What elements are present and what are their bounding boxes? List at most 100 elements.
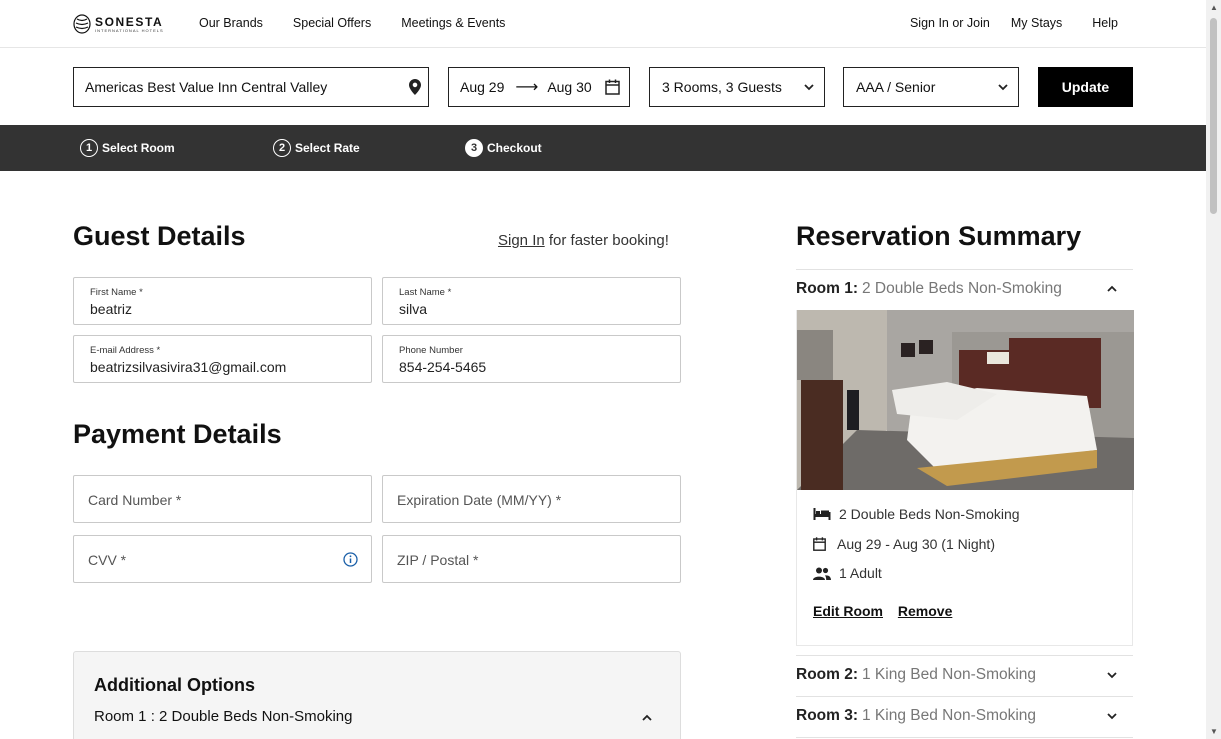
additional-options-room[interactable]: Room 1 : 2 Double Beds Non-Smoking [94, 708, 352, 725]
additional-options-heading: Additional Options [94, 675, 255, 695]
room-1-name: 2 Double Beds Non-Smoking [862, 280, 1062, 297]
room-detail-beds: 2 Double Beds Non-Smoking [813, 506, 1020, 522]
remove-room-link[interactable]: Remove [898, 603, 952, 619]
divider [796, 737, 1133, 738]
signin-prompt: Sign In for faster booking! [498, 232, 669, 249]
page-scrollbar[interactable]: ▲ ▼ [1206, 0, 1221, 739]
zip-postal-placeholder: ZIP / Postal * [397, 552, 479, 568]
chevron-up-icon[interactable] [642, 714, 652, 722]
step-checkout: 3 Checkout [465, 139, 542, 157]
step-number: 1 [80, 139, 98, 157]
scroll-down-icon[interactable]: ▼ [1210, 727, 1218, 736]
last-name-value: silva [399, 301, 428, 317]
first-name-label: First Name * [90, 287, 143, 298]
payment-details-heading: Payment Details [73, 419, 282, 449]
bed-icon [813, 508, 831, 520]
signin-link[interactable]: Sign In [498, 232, 545, 249]
guest-details-heading: Guest Details [73, 221, 246, 251]
divider [796, 655, 1133, 656]
room-photo [797, 310, 1134, 490]
calendar-icon [813, 537, 826, 551]
card-number-field[interactable]: Card Number * [73, 475, 372, 523]
checkout-date: Aug 30 [547, 79, 592, 95]
step-label: Checkout [487, 141, 542, 155]
chevron-down-icon [998, 84, 1008, 91]
scroll-up-icon[interactable]: ▲ [1210, 3, 1218, 12]
chevron-down-icon[interactable] [1107, 712, 1117, 720]
room-1-label: Room 1: [796, 280, 858, 297]
summary-room-2-header[interactable]: Room 2: 1 King Bed Non-Smoking [796, 666, 1133, 684]
room-3-name: 1 King Bed Non-Smoking [862, 707, 1037, 724]
nav-help[interactable]: Help [1092, 16, 1118, 30]
room-detail-dates: Aug 29 - Aug 30 (1 Night) [813, 536, 995, 552]
chevron-up-icon[interactable] [1107, 285, 1117, 293]
scrollbar-thumb[interactable] [1210, 18, 1217, 214]
logo-name: SONESTA [95, 14, 164, 29]
hotel-search-field[interactable]: Americas Best Value Inn Central Valley [73, 67, 429, 107]
last-name-field[interactable]: Last Name * silva [382, 277, 681, 325]
room-3-label: Room 3: [796, 707, 858, 724]
room-detail-beds-text: 2 Double Beds Non-Smoking [839, 506, 1020, 522]
logo-subtitle: INTERNATIONAL HOTELS [95, 27, 164, 33]
expiration-date-field[interactable]: Expiration Date (MM/YY) * [382, 475, 681, 523]
rooms-guests-select[interactable]: 3 Rooms, 3 Guests [649, 67, 825, 107]
rooms-guests-value: 3 Rooms, 3 Guests [662, 79, 782, 95]
rate-code-select[interactable]: AAA / Senior [843, 67, 1019, 107]
update-button[interactable]: Update [1038, 67, 1133, 107]
divider [796, 696, 1133, 697]
step-number: 3 [465, 139, 483, 157]
map-pin-icon [409, 79, 421, 95]
chevron-down-icon [804, 84, 814, 91]
nav-meetings-events[interactable]: Meetings & Events [401, 16, 505, 30]
top-nav: SONESTA INTERNATIONAL HOTELS Our Brands … [0, 0, 1206, 48]
nav-special-offers[interactable]: Special Offers [293, 16, 371, 30]
calendar-icon [605, 79, 620, 95]
account-nav: Sign In or Join My Stays Help [910, 16, 1118, 30]
nav-sign-in-join[interactable]: Sign In or Join [910, 16, 990, 30]
email-field[interactable]: E-mail Address * beatrizsilvasivira31@gm… [73, 335, 372, 383]
hotel-search-value: Americas Best Value Inn Central Valley [85, 79, 328, 95]
first-name-value: beatriz [90, 301, 133, 317]
last-name-label: Last Name * [399, 287, 452, 298]
zip-postal-field[interactable]: ZIP / Postal * [382, 535, 681, 583]
divider [796, 269, 1133, 270]
guests-icon [813, 567, 831, 580]
room-1-card: 2 Double Beds Non-Smoking Aug 29 - Aug 3… [796, 310, 1134, 646]
phone-field[interactable]: Phone Number 854-254-5465 [382, 335, 681, 383]
reservation-summary-heading: Reservation Summary [796, 221, 1082, 251]
sonesta-logo[interactable]: SONESTA INTERNATIONAL HOTELS [73, 14, 164, 34]
summary-room-1-header[interactable]: Room 1: 2 Double Beds Non-Smoking [796, 280, 1133, 298]
primary-nav: Our Brands Special Offers Meetings & Eve… [199, 16, 505, 30]
expiration-date-placeholder: Expiration Date (MM/YY) * [397, 492, 562, 508]
email-value: beatrizsilvasivira31@gmail.com [90, 359, 287, 375]
step-label: Select Rate [295, 141, 360, 155]
cvv-field[interactable]: CVV * [73, 535, 372, 583]
step-label: Select Room [102, 141, 175, 155]
phone-label: Phone Number [399, 345, 463, 356]
arrow-right-icon: ⟶ [515, 79, 539, 96]
email-label: E-mail Address * [90, 345, 161, 356]
room-2-label: Room 2: [796, 666, 858, 683]
card-number-placeholder: Card Number * [88, 492, 182, 508]
booking-steps-bar: 1 Select Room 2 Select Rate 3 Checkout [0, 125, 1206, 171]
step-select-room[interactable]: 1 Select Room [80, 139, 175, 157]
summary-room-3-header[interactable]: Room 3: 1 King Bed Non-Smoking [796, 707, 1133, 725]
phone-value: 854-254-5465 [399, 359, 487, 375]
additional-options-panel: Additional Options Room 1 : 2 Double Bed… [73, 651, 681, 739]
step-number: 2 [273, 139, 291, 157]
room-detail-guests: 1 Adult [813, 565, 882, 581]
nav-my-stays[interactable]: My Stays [1011, 16, 1062, 30]
cvv-placeholder: CVV * [88, 552, 127, 568]
info-icon[interactable] [343, 552, 358, 567]
rate-code-value: AAA / Senior [856, 79, 936, 95]
first-name-field[interactable]: First Name * beatriz [73, 277, 372, 325]
room-actions: Edit Room Remove [813, 603, 963, 619]
edit-room-link[interactable]: Edit Room [813, 603, 883, 619]
date-range-field[interactable]: Aug 29 ⟶ Aug 30 [448, 67, 630, 107]
nav-our-brands[interactable]: Our Brands [199, 16, 263, 30]
chevron-down-icon[interactable] [1107, 671, 1117, 679]
checkin-date: Aug 29 [460, 79, 505, 95]
room-detail-guests-text: 1 Adult [839, 565, 882, 581]
room-2-name: 1 King Bed Non-Smoking [862, 666, 1037, 683]
step-select-rate[interactable]: 2 Select Rate [273, 139, 360, 157]
